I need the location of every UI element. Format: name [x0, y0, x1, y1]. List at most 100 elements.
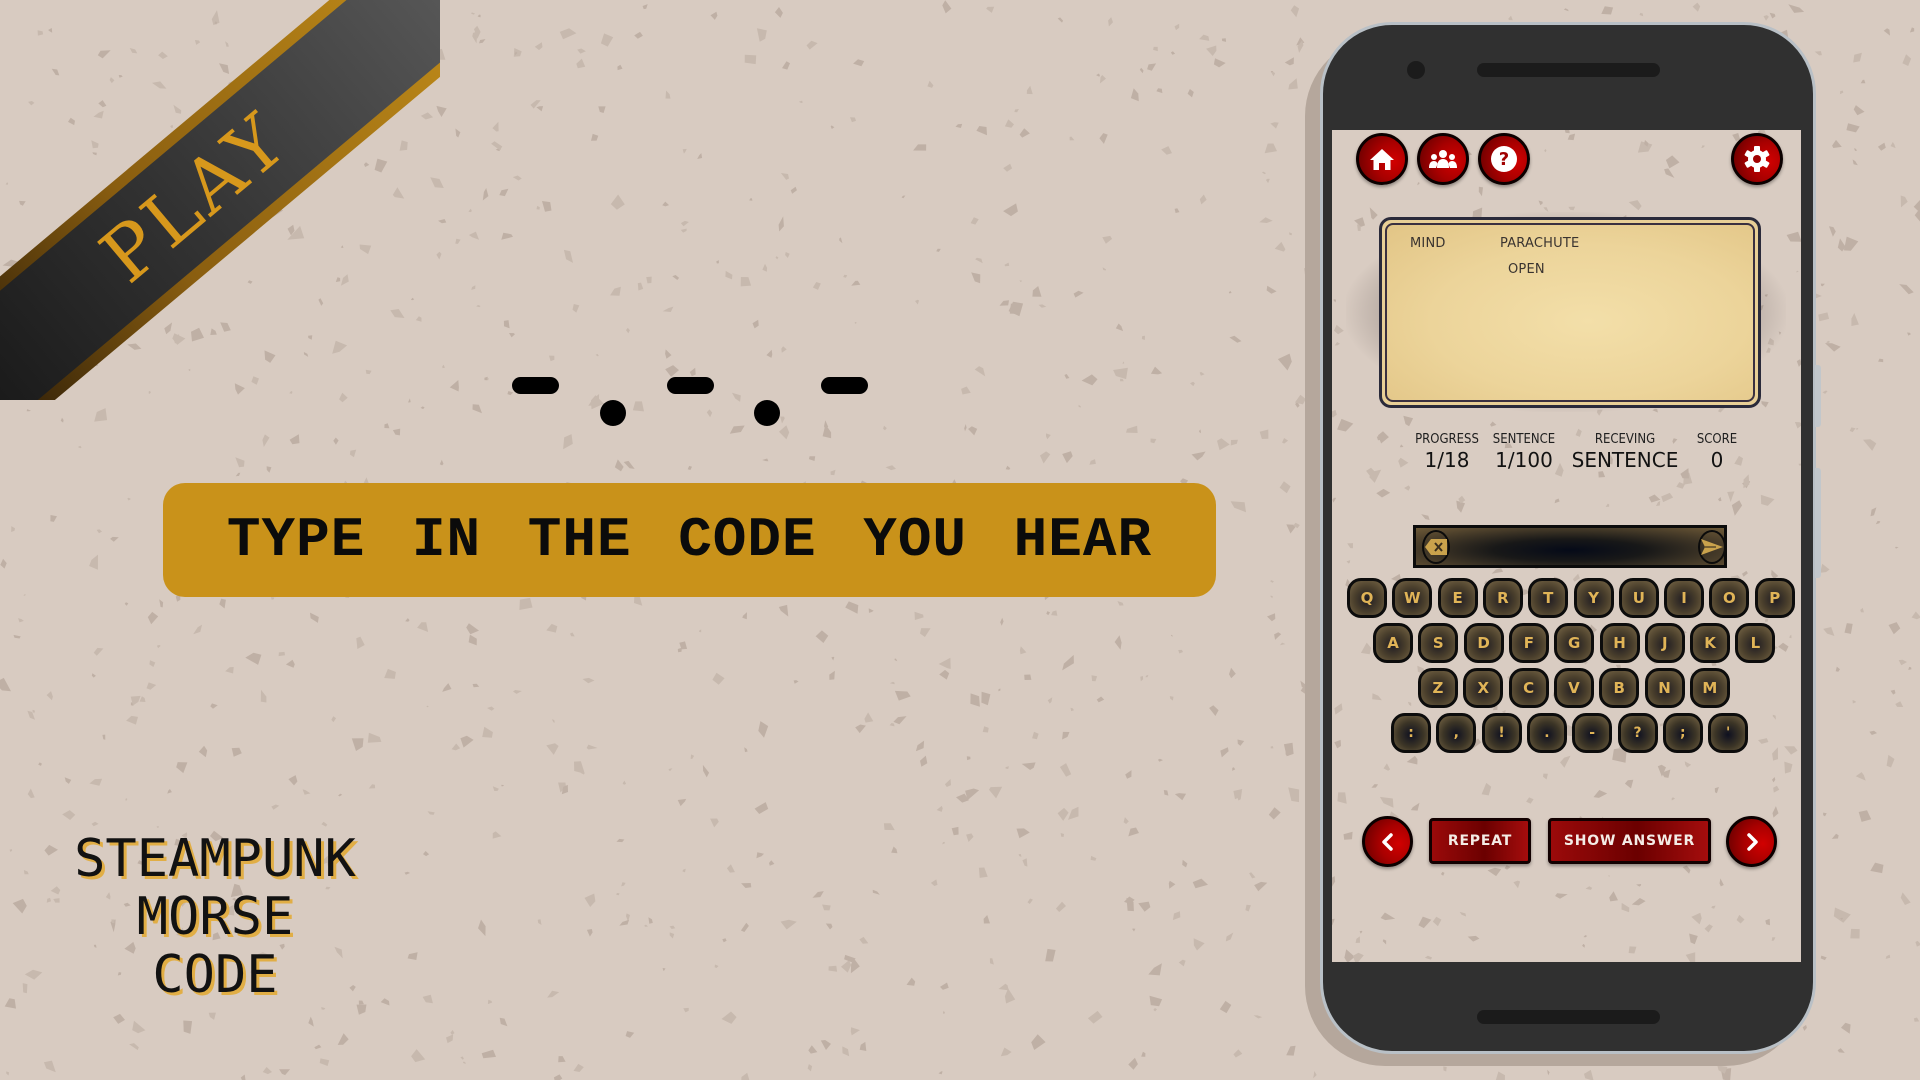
key-q[interactable]: Q: [1347, 578, 1387, 618]
play-ribbon[interactable]: PLAY: [0, 0, 440, 400]
key-symbol[interactable]: :: [1391, 713, 1431, 753]
speckle: [147, 611, 159, 625]
speckle: [968, 426, 978, 436]
key-p[interactable]: P: [1754, 578, 1795, 618]
speckle: [1440, 871, 1445, 876]
morse-dot: [754, 400, 780, 426]
key-e[interactable]: E: [1437, 578, 1478, 618]
key-s[interactable]: S: [1418, 623, 1459, 663]
clear-button[interactable]: [1422, 529, 1450, 564]
speckle: [1701, 145, 1705, 149]
repeat-button[interactable]: REPEAT: [1429, 818, 1531, 864]
speckle: [1835, 666, 1840, 672]
speckle: [1543, 773, 1548, 780]
previous-button[interactable]: [1362, 816, 1413, 867]
speckle: [1378, 431, 1389, 444]
speckle: [1024, 674, 1032, 680]
send-button[interactable]: [1698, 529, 1726, 564]
speckle: [1719, 878, 1724, 887]
key-g[interactable]: G: [1554, 623, 1595, 663]
stat-label: RECEVING: [1594, 432, 1656, 447]
speckle: [936, 248, 941, 252]
key-l[interactable]: L: [1735, 623, 1776, 663]
key-u[interactable]: U: [1618, 578, 1659, 618]
key-d[interactable]: D: [1463, 623, 1504, 663]
speckle: [130, 695, 141, 706]
key-symbol[interactable]: ?: [1617, 713, 1658, 753]
speckle: [989, 958, 994, 965]
key-a[interactable]: A: [1373, 623, 1413, 663]
speckle: [1424, 955, 1433, 960]
speckle: [94, 408, 108, 422]
speckle: [1786, 231, 1801, 242]
speckle: [1773, 785, 1780, 793]
speckle: [1784, 746, 1798, 755]
stat-value: SENTENCE: [1571, 448, 1679, 472]
speckle: [1837, 1048, 1845, 1053]
speckle: [1714, 787, 1719, 794]
speckle: [1293, 522, 1300, 529]
speckle: [482, 188, 489, 201]
key-m[interactable]: M: [1689, 668, 1730, 708]
key-symbol[interactable]: -: [1572, 713, 1613, 753]
speckle: [710, 818, 719, 828]
speckle: [455, 238, 461, 244]
help-button[interactable]: ?: [1478, 133, 1530, 185]
speckle: [1279, 642, 1286, 646]
speckle: [1538, 200, 1543, 206]
key-h[interactable]: H: [1599, 623, 1640, 663]
key-x[interactable]: X: [1463, 668, 1504, 708]
key-symbol[interactable]: ,: [1436, 713, 1477, 753]
speckle: [310, 612, 319, 623]
key-symbol[interactable]: ;: [1662, 713, 1703, 753]
speckle: [487, 999, 493, 1005]
speckle: [1682, 865, 1691, 874]
show-answer-button[interactable]: SHOW ANSWER: [1548, 818, 1711, 864]
speckle: [894, 690, 911, 701]
key-r[interactable]: R: [1482, 578, 1523, 618]
speckle: [1262, 171, 1267, 175]
key-k[interactable]: K: [1690, 623, 1731, 663]
speckle: [1825, 343, 1841, 352]
speckle: [1139, 67, 1144, 74]
speckle: [812, 891, 824, 898]
key-symbol[interactable]: !: [1481, 713, 1522, 753]
settings-button[interactable]: [1731, 133, 1783, 185]
key-symbol[interactable]: .: [1526, 713, 1567, 753]
key-v[interactable]: V: [1553, 668, 1594, 708]
key-b[interactable]: B: [1599, 668, 1640, 708]
morse-dash: [821, 377, 868, 394]
speckle: [971, 272, 981, 284]
speckle: [1062, 731, 1070, 740]
key-c[interactable]: C: [1508, 668, 1549, 708]
answer-input[interactable]: [1458, 528, 1690, 565]
speckle: [1504, 865, 1511, 870]
speckle: [146, 682, 157, 690]
key-j[interactable]: J: [1644, 623, 1685, 663]
home-button[interactable]: [1356, 133, 1408, 185]
speckle: [484, 376, 488, 381]
phone-side-button: [1815, 365, 1821, 427]
key-y[interactable]: Y: [1573, 578, 1614, 618]
speckle: [998, 688, 1001, 692]
key-t[interactable]: T: [1528, 578, 1569, 618]
multiplayer-button[interactable]: [1417, 133, 1469, 185]
key-i[interactable]: I: [1664, 578, 1705, 618]
next-button[interactable]: [1726, 816, 1777, 867]
key-f[interactable]: F: [1508, 623, 1549, 663]
speckle: [1288, 787, 1300, 803]
speckle: [679, 641, 688, 650]
speckle: [481, 1049, 496, 1059]
key-symbol[interactable]: ': [1708, 713, 1749, 753]
speckle: [159, 599, 164, 608]
speckle: [1458, 495, 1466, 504]
play-ribbon-body[interactable]: PLAY: [0, 0, 440, 400]
key-z[interactable]: Z: [1418, 668, 1458, 708]
speckle: [574, 761, 585, 774]
key-o[interactable]: O: [1709, 578, 1750, 618]
key-n[interactable]: N: [1644, 668, 1685, 708]
speckle: [1099, 133, 1108, 144]
speckle: [1286, 1045, 1296, 1056]
key-w[interactable]: W: [1392, 578, 1433, 618]
speckle: [1270, 595, 1273, 599]
